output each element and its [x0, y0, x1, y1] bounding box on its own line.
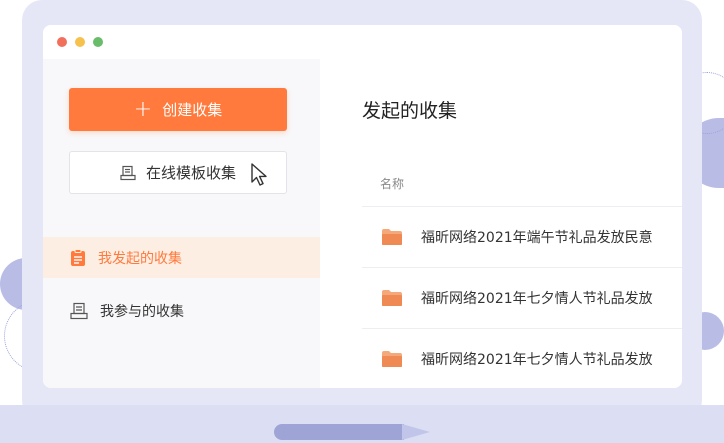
clipboard-icon [70, 248, 86, 267]
sidebar-item-my-initiated[interactable]: 我发起的收集 [43, 237, 320, 278]
pen-tip-decoration [402, 424, 430, 440]
pen-decoration [274, 424, 404, 440]
table-row[interactable]: 福昕网络2021年七夕情人节礼品发放 [362, 328, 682, 388]
sidebar-item-my-participated[interactable]: 我参与的收集 [43, 290, 320, 331]
row-name: 福昕网络2021年七夕情人节礼品发放 [421, 352, 653, 368]
printer-icon [70, 302, 88, 320]
column-header-name: 名称 [380, 177, 405, 191]
sidebar-item-label: 我发起的收集 [98, 250, 182, 267]
folder-icon [381, 228, 403, 246]
create-collection-button[interactable]: + 创建收集 [69, 88, 287, 131]
app-window: + 创建收集 在线模板收集 我发起的收集 我参与的收集 发起的收集 名称 福昕网… [43, 25, 682, 388]
minimize-window-button[interactable] [75, 37, 85, 47]
sidebar-item-label: 我参与的收集 [100, 303, 184, 320]
folder-icon [381, 350, 403, 368]
maximize-window-button[interactable] [93, 37, 103, 47]
mouse-cursor-icon [250, 163, 270, 191]
plus-icon: + [133, 97, 153, 122]
folder-icon [381, 289, 403, 307]
close-window-button[interactable] [57, 37, 67, 47]
template-collection-label: 在线模板收集 [145, 164, 236, 182]
main-content: 发起的收集 名称 福昕网络2021年端午节礼品发放民意 福昕网络2021年七夕情… [320, 59, 682, 388]
row-name: 福昕网络2021年端午节礼品发放民意 [421, 230, 653, 246]
template-icon [120, 165, 136, 181]
table-row[interactable]: 福昕网络2021年端午节礼品发放民意 [362, 206, 682, 267]
sidebar: + 创建收集 在线模板收集 我发起的收集 我参与的收集 [43, 59, 320, 388]
table-row[interactable]: 福昕网络2021年七夕情人节礼品发放 [362, 267, 682, 328]
window-titlebar [43, 25, 682, 59]
row-name: 福昕网络2021年七夕情人节礼品发放 [421, 291, 653, 307]
page-title: 发起的收集 [362, 100, 458, 122]
create-collection-label: 创建收集 [162, 101, 223, 119]
